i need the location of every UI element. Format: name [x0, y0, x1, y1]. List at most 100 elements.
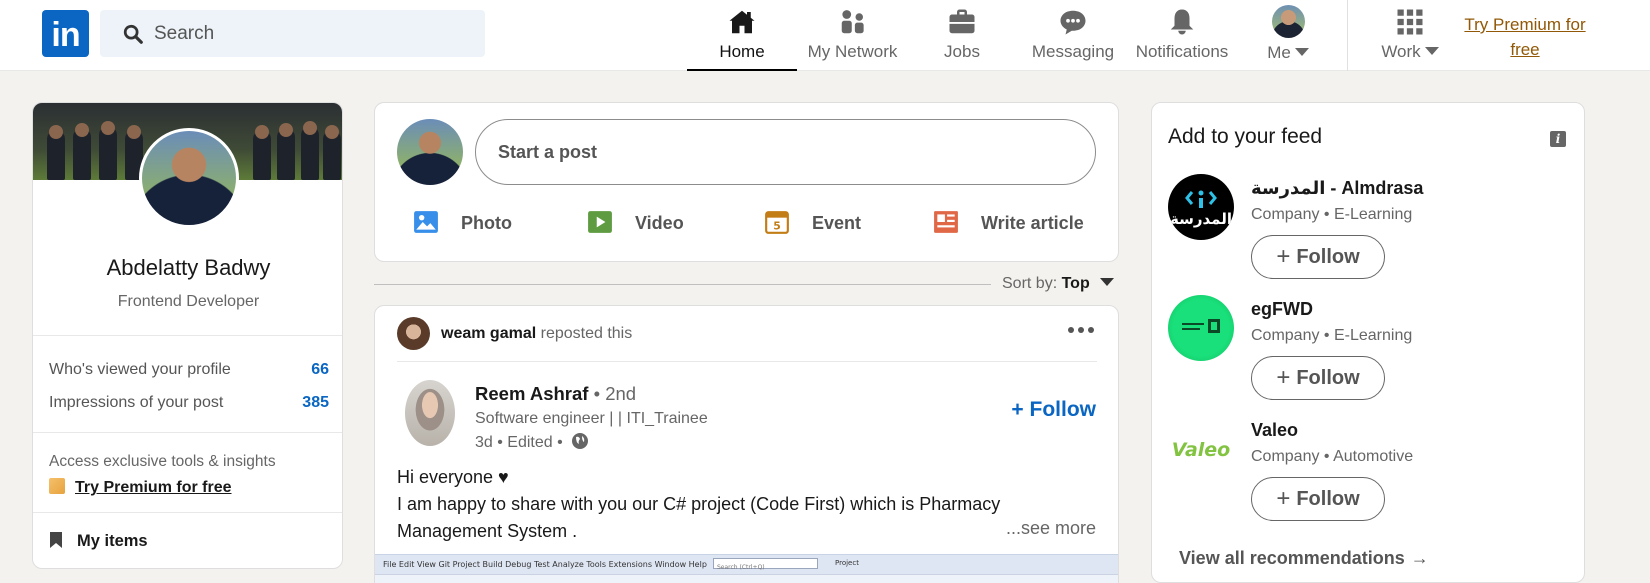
info-icon[interactable]: i [1550, 131, 1566, 147]
vs-menu-bar: File Edit View Git Project Build Debug T… [383, 560, 707, 569]
sort-divider [374, 284, 991, 285]
start-post-button[interactable]: Start a post [475, 119, 1096, 185]
author-name[interactable]: Reem Ashraf • 2nd [475, 383, 636, 405]
divider [33, 432, 342, 433]
valeo-logo-mark: Valeo [1172, 439, 1231, 461]
feed-title: Add to your feed [1168, 125, 1323, 148]
divider [33, 512, 342, 513]
arrow-right-icon: → [1410, 548, 1429, 568]
follow-button[interactable]: + Follow [1251, 356, 1385, 400]
feed-post: weam gamal reposted this Reem Ashraf • 2… [374, 305, 1119, 583]
vs-search-box: Search (Ctrl+Q) [713, 558, 818, 571]
rec-subtitle: Company • Automotive [1251, 448, 1414, 465]
reposter-name[interactable]: weam gamal [441, 325, 536, 342]
my-items-link[interactable]: My items [49, 531, 148, 551]
work-label-text: Work [1381, 42, 1421, 61]
profile-photo[interactable] [139, 128, 239, 228]
valeo-logo[interactable]: Valeo [1168, 416, 1234, 482]
sort-label: Sort by: [1002, 275, 1058, 292]
avatar[interactable] [397, 119, 463, 185]
video-button[interactable]: Video [587, 209, 684, 239]
calendar-icon: 5 [765, 211, 789, 234]
video-icon [588, 211, 612, 233]
recommendation-item: Valeo Valeo Company • Automotive + Follow [1168, 416, 1568, 526]
chevron-down-icon [1294, 48, 1309, 56]
stat-value: 66 [311, 361, 329, 378]
profile-headline: Frontend Developer [117, 293, 260, 310]
rec-name[interactable]: egFWD [1251, 299, 1313, 320]
almdrasa-logo[interactable]: المدرسة [1168, 174, 1234, 240]
grid-icon [1397, 9, 1423, 35]
follow-label: Follow [1296, 488, 1360, 510]
see-more-link[interactable]: ...see more [1006, 518, 1096, 539]
nav-my-network[interactable]: My Network [800, 0, 905, 71]
svg-text:Valeo: Valeo [1172, 439, 1231, 461]
globe-icon [572, 433, 589, 449]
rec-name[interactable]: Valeo [1251, 420, 1298, 441]
divider [397, 361, 1097, 362]
me-avatar [1271, 5, 1305, 38]
add-to-feed-card: Add to your feed i المدرسة المدرسة - Alm… [1151, 102, 1585, 583]
chevron-down-icon [1099, 278, 1114, 286]
search-input[interactable] [154, 10, 474, 57]
follow-button[interactable]: + Follow [1251, 477, 1385, 521]
linkedin-logo[interactable]: in [42, 10, 89, 57]
nav-jobs[interactable]: Jobs [912, 0, 1012, 71]
search-box[interactable] [100, 10, 485, 57]
sort-value: Top [1061, 275, 1090, 292]
vs-project-label: Project [835, 559, 859, 567]
plus-icon: + [1276, 364, 1291, 391]
photo-button[interactable]: Photo [413, 209, 512, 239]
premium-promo-text: Access exclusive tools & insights [49, 453, 276, 470]
stat-profile-views[interactable]: Who's viewed your profile 66 [49, 361, 329, 379]
view-all-label: View all recommendations [1179, 548, 1405, 568]
post-meta-text: 3d • Edited • [475, 434, 563, 451]
plus-icon: + [1276, 485, 1291, 512]
nav-home[interactable]: Home [687, 0, 797, 71]
more-options-icon[interactable] [1066, 324, 1096, 336]
connection-degree: • 2nd [593, 383, 637, 404]
post-line: I am happy to share with you our C# proj… [397, 494, 1001, 514]
follow-button[interactable]: + Follow [1251, 235, 1385, 279]
post-image[interactable]: File Edit View Git Project Build Debug T… [375, 554, 1118, 583]
egfwd-logo[interactable] [1168, 295, 1234, 361]
svg-text:5: 5 [773, 220, 781, 233]
follow-button[interactable]: + Follow [1011, 398, 1096, 422]
nav-work[interactable]: Work [1365, 0, 1455, 71]
nav-me-label: Me [1248, 43, 1328, 63]
follow-label: Follow [1296, 246, 1360, 268]
vs-search-text: Search (Ctrl+Q) [717, 564, 765, 571]
stat-label: Impressions of your post [49, 394, 224, 411]
author-avatar[interactable] [405, 380, 455, 446]
nav-messaging[interactable]: Messaging [1023, 0, 1123, 71]
try-premium-link[interactable]: Try Premium for free [1455, 12, 1595, 62]
event-button[interactable]: 5 Event [764, 209, 861, 239]
vs-toolbar [375, 574, 1118, 583]
author-headline: Software engineer | | ITI_Trainee [475, 410, 708, 427]
briefcase-icon [949, 9, 975, 34]
stat-post-impressions[interactable]: Impressions of your post 385 [49, 394, 329, 412]
reposter-avatar[interactable] [397, 317, 430, 350]
photo-icon [414, 211, 438, 233]
author-name-text: Reem Ashraf [475, 383, 589, 404]
video-label: Video [635, 213, 684, 233]
try-premium-link[interactable]: Try Premium for free [49, 478, 232, 497]
rec-subtitle: Company • E-Learning [1251, 206, 1413, 223]
post-line: Management System . [397, 521, 578, 541]
nav-me[interactable]: Me [1248, 0, 1328, 71]
nav-home-label: Home [719, 42, 765, 61]
photo-label: Photo [461, 213, 512, 233]
share-box: Start a post Photo Video 5 Event Write a… [374, 102, 1119, 262]
sort-dropdown[interactable]: Sort by: Top [1002, 275, 1114, 293]
rec-subtitle: Company • E-Learning [1251, 327, 1413, 344]
write-article-button[interactable]: Write article [933, 209, 1084, 239]
nav-notifications[interactable]: Notifications [1132, 0, 1232, 71]
rec-name[interactable]: المدرسة - Almdrasa [1251, 178, 1423, 199]
bell-icon [1170, 9, 1194, 35]
stat-label: Who's viewed your profile [49, 361, 231, 378]
stat-value: 385 [302, 394, 329, 411]
repost-header: weam gamal reposted this [441, 325, 632, 343]
nav-notifications-label: Notifications [1135, 42, 1229, 61]
profile-name[interactable]: Abdelatty Badwy [33, 255, 342, 281]
view-all-recommendations-link[interactable]: View all recommendations → [1179, 548, 1429, 569]
